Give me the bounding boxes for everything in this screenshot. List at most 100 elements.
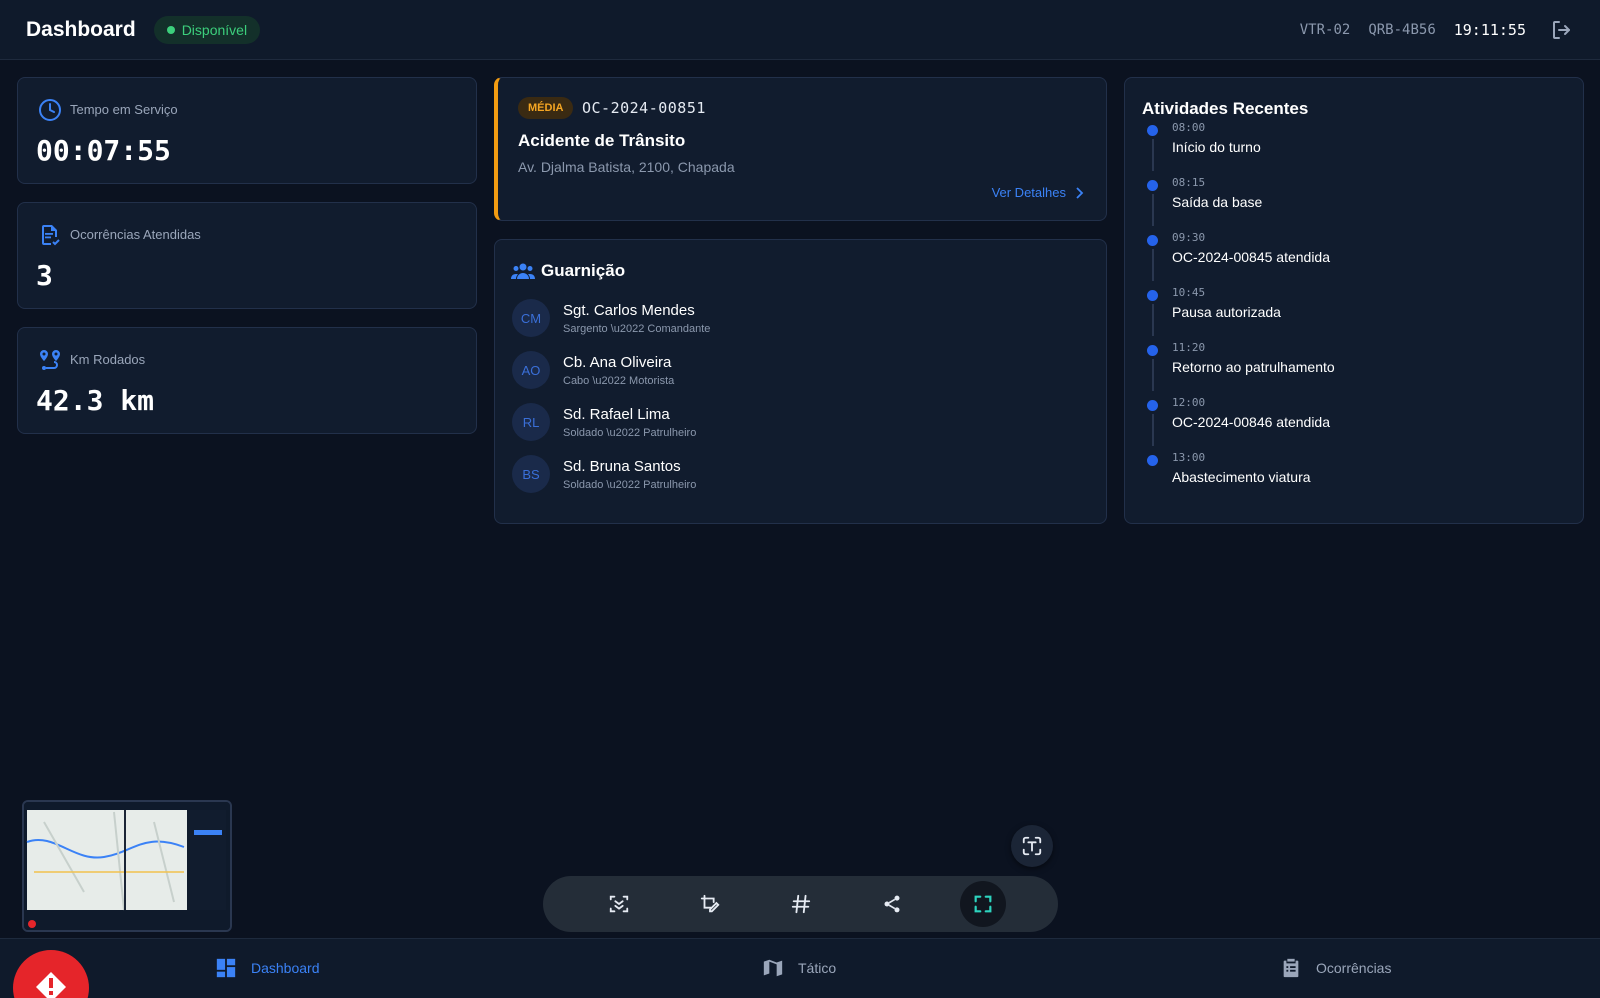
recent-activities-card: Atividades Recentes 08:00 Início do turn… xyxy=(1124,77,1584,524)
crew-member[interactable]: BS Sd. Bruna Santos Soldado \u2022 Patru… xyxy=(512,452,696,496)
activity-time: 08:00 xyxy=(1172,121,1206,134)
timeline-dot-icon xyxy=(1147,180,1158,191)
activity-text: Início do turno xyxy=(1172,139,1261,155)
map-preview-image xyxy=(24,802,230,930)
crop-frame-icon xyxy=(974,895,991,913)
timeline-line xyxy=(1152,249,1154,281)
nav-dashboard-label: Dashboard xyxy=(251,960,320,976)
activity-time: 08:15 xyxy=(1172,176,1206,189)
timeline-line xyxy=(1152,194,1154,226)
nav-occurrences[interactable]: Ocorrências xyxy=(1280,957,1391,979)
text-recognition-button[interactable] xyxy=(1011,825,1053,867)
crew-title: Guarnição xyxy=(541,261,626,280)
activity-item: 11:20 Retorno ao patrulhamento xyxy=(1145,341,1545,395)
occurrence-address: Av. Djalma Batista, 2100, Chapada xyxy=(518,159,735,175)
timeline-line xyxy=(1152,139,1154,171)
view-details-link[interactable]: Ver Detalhes xyxy=(992,185,1084,200)
member-role: Soldado \u2022 Patrulheiro xyxy=(563,478,697,491)
occurrence-code: OC-2024-00851 xyxy=(582,99,706,117)
hashtag-button[interactable] xyxy=(778,881,824,927)
alert-icon xyxy=(36,972,66,998)
scroll-capture-button[interactable] xyxy=(596,881,642,927)
member-name: Sd. Bruna Santos xyxy=(563,457,681,475)
document-check-icon xyxy=(42,225,60,246)
stat-value: 42.3 km xyxy=(36,384,155,417)
activity-item: 13:00 Abastecimento viatura xyxy=(1145,451,1545,505)
scroll-capture-icon xyxy=(609,895,628,913)
stat-card-service-time: Tempo em Serviço 00:07:55 xyxy=(17,77,477,184)
map-icon xyxy=(763,959,783,977)
nav-dashboard[interactable]: Dashboard xyxy=(215,957,320,979)
member-role: Sargento \u2022 Comandante xyxy=(563,322,711,335)
activity-text: OC-2024-00846 atendida xyxy=(1172,414,1331,430)
clock-icon xyxy=(39,99,61,121)
member-name: Sgt. Carlos Mendes xyxy=(563,301,695,319)
stat-label: Ocorrências Atendidas xyxy=(70,227,201,242)
header-clock: 19:11:55 xyxy=(1453,20,1526,39)
status-label: Disponível xyxy=(181,21,248,38)
avatar: BS xyxy=(512,455,550,493)
crew-card: Guarnição CM Sgt. Carlos Mendes Sargento… xyxy=(494,239,1107,524)
screenshot-thumbnail[interactable] xyxy=(22,800,232,932)
top-header: Dashboard Disponível VTR-02 QRB-4B56 19:… xyxy=(0,0,1600,60)
activity-item: 09:30 OC-2024-00845 atendida xyxy=(1145,231,1545,285)
nav-tactical[interactable]: Tático xyxy=(762,957,836,979)
activity-item: 08:00 Início do turno xyxy=(1145,121,1545,175)
activity-text: Pausa autorizada xyxy=(1172,304,1281,320)
edit-crop-icon xyxy=(700,894,720,913)
nav-occurrences-label: Ocorrências xyxy=(1316,960,1392,976)
stat-card-occurrences: Ocorrências Atendidas 3 xyxy=(17,202,477,309)
member-role: Soldado \u2022 Patrulheiro xyxy=(563,426,697,439)
activity-text: OC-2024-00845 atendida xyxy=(1172,249,1331,265)
activity-item: 08:15 Saída da base xyxy=(1145,176,1545,230)
avatar: CM xyxy=(512,299,550,337)
stat-value: 3 xyxy=(36,259,53,292)
logout-icon[interactable] xyxy=(1550,18,1574,42)
header-info: VTR-02 QRB-4B56 19:11:55 xyxy=(1300,18,1574,42)
share-button[interactable] xyxy=(869,881,915,927)
hashtag-icon xyxy=(791,894,810,914)
stat-card-km: Km Rodados 42.3 km xyxy=(17,327,477,434)
text-scan-icon xyxy=(1022,836,1042,856)
activities-title: Atividades Recentes xyxy=(1142,99,1309,118)
occurrence-title: Acidente de Trânsito xyxy=(518,131,686,150)
member-role: Cabo \u2022 Motorista xyxy=(563,374,675,387)
chevron-right-icon xyxy=(1076,186,1084,199)
avatar: AO xyxy=(512,351,550,389)
member-name: Sd. Rafael Lima xyxy=(563,405,670,423)
activity-time: 12:00 xyxy=(1172,396,1206,409)
stat-value: 00:07:55 xyxy=(36,134,171,167)
activity-item: 10:45 Pausa autorizada xyxy=(1145,286,1545,340)
region-capture-button[interactable] xyxy=(959,881,1006,927)
timeline-dot-icon xyxy=(1147,290,1158,301)
status-badge: Disponível xyxy=(153,15,261,44)
current-occurrence-card[interactable]: MÉDIA OC-2024-00851 Acidente de Trânsito… xyxy=(494,77,1107,221)
clipboard-list-icon xyxy=(1283,958,1299,978)
dashboard-icon xyxy=(216,958,236,978)
bottom-navigation: Dashboard Tático Ocorrências xyxy=(0,938,1600,998)
stat-label: Tempo em Serviço xyxy=(70,102,178,117)
capture-toolbar xyxy=(543,876,1058,932)
activity-time: 10:45 xyxy=(1172,286,1206,299)
timeline-dot-icon xyxy=(1147,400,1158,411)
crew-member[interactable]: CM Sgt. Carlos Mendes Sargento \u2022 Co… xyxy=(512,296,710,340)
timeline-dot-icon xyxy=(1147,455,1158,466)
vehicle-plate: QRB-4B56 xyxy=(1368,21,1436,38)
annotate-button[interactable] xyxy=(687,881,733,927)
crew-member[interactable]: RL Sd. Rafael Lima Soldado \u2022 Patrul… xyxy=(512,400,696,444)
timeline-dot-icon xyxy=(1147,235,1158,246)
vehicle-id: VTR-02 xyxy=(1299,21,1351,38)
activity-time: 11:20 xyxy=(1172,341,1206,354)
activity-text: Retorno ao patrulhamento xyxy=(1172,359,1335,375)
crew-member[interactable]: AO Cb. Ana Oliveira Cabo \u2022 Motorist… xyxy=(512,348,674,392)
stat-label: Km Rodados xyxy=(70,352,146,367)
activity-text: Saída da base xyxy=(1172,194,1263,210)
status-dot-icon xyxy=(166,25,175,34)
activity-time: 09:30 xyxy=(1172,231,1206,244)
timeline-dot-icon xyxy=(1147,125,1158,136)
timeline-line xyxy=(1152,304,1154,336)
nav-tactical-label: Tático xyxy=(798,960,837,976)
group-icon xyxy=(511,263,535,279)
avatar: RL xyxy=(512,403,550,441)
route-icon xyxy=(40,350,60,370)
